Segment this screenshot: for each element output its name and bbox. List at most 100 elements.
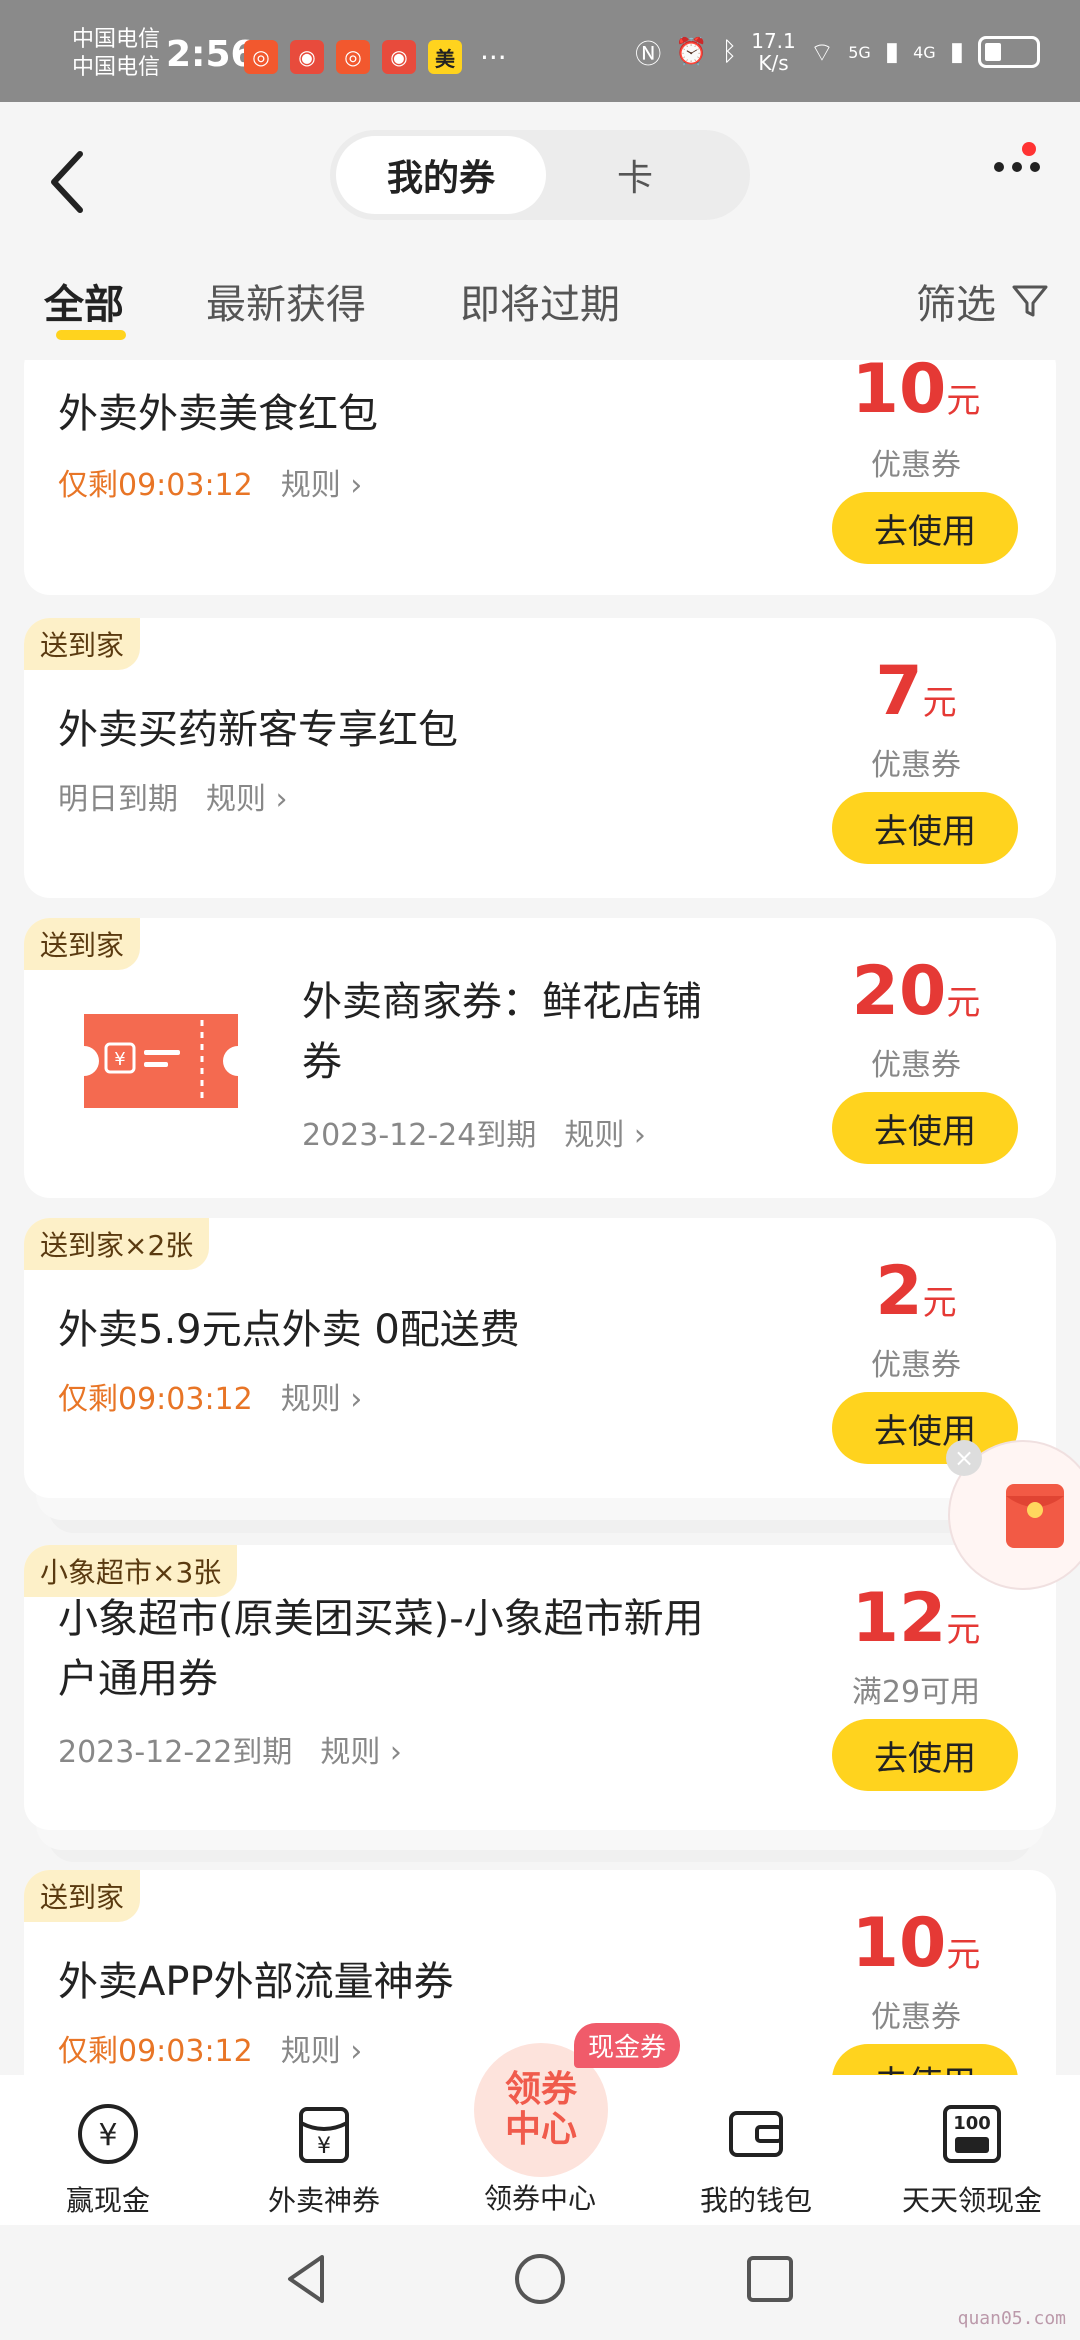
coupon-amount: 2元 — [816, 1252, 1016, 1331]
system-recents-icon[interactable] — [740, 2249, 800, 2309]
coupon-rules-link[interactable]: 规则 › — [281, 2026, 363, 2070]
amount-value: 2 — [875, 1252, 923, 1331]
coupon-card-segment: 我的券 卡 — [330, 130, 750, 220]
coupon-title: 外卖外卖美食红包 — [58, 391, 378, 437]
svg-text:100: 100 — [953, 2113, 991, 2134]
alarm-icon: ⏰ — [675, 37, 708, 67]
amount-unit: 元 — [946, 983, 981, 1023]
coupon-card[interactable]: 送到家 ¥ 外卖商家券：鲜花店铺 券 2023-12-24到期 规则 › 20元… — [24, 918, 1056, 1198]
coupon-rules-link[interactable]: 规则 › — [206, 774, 288, 818]
coupon-desc: 优惠券 — [871, 448, 961, 483]
use-coupon-button[interactable]: 去使用 — [832, 492, 1018, 564]
segment-cards[interactable]: 卡 — [560, 130, 710, 220]
svg-text:¥: ¥ — [317, 2134, 331, 2159]
coupon-bag-icon: ¥ — [299, 2107, 349, 2163]
amount-unit: 元 — [946, 1610, 981, 1650]
amount-unit: 元 — [922, 1283, 957, 1323]
amount-value: 12 — [851, 1579, 947, 1658]
amount-value: 7 — [875, 652, 923, 731]
network-speed: 17.1 K/s — [751, 30, 796, 74]
coupon-card[interactable]: 外卖外卖美食红包 仅剩09:03:12 规则 › 10元 优惠券 去使用 — [24, 360, 1056, 595]
more-options-icon[interactable] — [994, 162, 1040, 172]
coupon-amount: 7元 — [816, 652, 1016, 731]
coupon-card[interactable]: 小象超市×3张 小象超市(原美团买菜)-小象超市新用 户通用券 2023-12-… — [24, 1545, 1056, 1830]
segment-my-coupons[interactable]: 我的券 — [336, 136, 546, 214]
nav-label: 天天领现金 — [901, 2184, 1042, 2217]
nav-label-coupon-center[interactable]: 领券中心 — [440, 2177, 640, 2217]
cash-coupon-tag: 现金券 — [574, 2023, 681, 2068]
close-float-icon[interactable]: × — [946, 1440, 982, 1476]
bluetooth-icon: ᛒ — [721, 37, 738, 67]
filter-button[interactable]: 筛选 — [916, 272, 1050, 330]
coupon-expiry: 明日到期 — [58, 782, 178, 817]
net-speed-value: 17.1 — [751, 29, 796, 53]
coupon-rules-link[interactable]: 规则 › — [281, 1374, 363, 1418]
wallet-icon — [729, 2111, 783, 2157]
tab-latest[interactable]: 最新获得 — [206, 272, 366, 330]
nav-takeout-coupons[interactable]: ¥ 外卖神券 — [224, 2101, 424, 2219]
coupon-badge: 送到家 — [24, 618, 141, 670]
system-icons: Ⓝ ⏰ ᛒ 17.1 K/s ⌔ 5G ▮ 4G ▮ — [635, 30, 1040, 74]
filter-funnel-icon — [1012, 285, 1048, 317]
status-bar: 中国电信 中国电信 2:56 ◎ ◉ ◎ ◉ 美 ··· Ⓝ ⏰ ᛒ 17.1 … — [0, 0, 1080, 102]
coupon-badge: 送到家 — [24, 918, 141, 970]
coupon-title: 外卖买药新客专享红包 — [58, 707, 458, 753]
coupon-list[interactable]: 外卖外卖美食红包 仅剩09:03:12 规则 › 10元 优惠券 去使用 送到家… — [0, 360, 1080, 2075]
system-navigation-bar — [0, 2225, 1080, 2340]
coupon-badge: 送到家 — [24, 1870, 141, 1922]
coupon-expiry: 2023-12-24到期 — [302, 1118, 537, 1153]
coupon-desc: 优惠券 — [871, 1048, 961, 1083]
coupon-card[interactable]: 送到家 外卖买药新客专享红包 明日到期 规则 › 7元 优惠券 去使用 — [24, 618, 1056, 898]
rules-label: 规则 — [564, 1118, 625, 1153]
nav-daily-cash[interactable]: 100 天天领现金 — [872, 2101, 1072, 2219]
coupon-meta: 明日到期 规则 › — [58, 774, 288, 818]
use-coupon-button[interactable]: 去使用 — [832, 792, 1018, 864]
coupon-card[interactable]: 送到家×2张 外卖5.9元点外卖 0配送费 仅剩09:03:12 规则 › 2元… — [24, 1218, 1056, 1498]
coupon-amount: 12元 — [816, 1579, 1016, 1658]
coupon-rules-link[interactable]: 规则 › — [320, 1727, 402, 1771]
system-back-icon[interactable] — [278, 2249, 338, 2309]
amount-value: 10 — [851, 1904, 947, 1983]
carrier-labels: 中国电信 中国电信 — [72, 26, 160, 82]
coupon-amount: 20元 — [816, 952, 1016, 1031]
coupon-meta: 仅剩09:03:12 规则 › — [58, 2026, 362, 2070]
coupon-amount: 10元 — [816, 1904, 1016, 1983]
coupon-meta: 仅剩09:03:12 规则 › — [58, 460, 362, 504]
coupon-title: 外卖5.9元点外卖 0配送费 — [58, 1307, 520, 1353]
amount-unit: 元 — [946, 381, 981, 421]
coupon-badge: 送到家×2张 — [24, 1218, 210, 1270]
coupon-expiry: 仅剩09:03:12 — [58, 2034, 253, 2069]
coupon-expiry: 2023-12-22到期 — [58, 1735, 293, 1770]
amount-unit: 元 — [922, 683, 957, 723]
tab-all[interactable]: 全部 — [44, 272, 124, 330]
system-home-icon[interactable] — [510, 2249, 570, 2309]
back-arrow-icon[interactable] — [44, 142, 94, 222]
battery-icon — [978, 36, 1040, 68]
nav-label: 赢现金 — [65, 2184, 150, 2217]
use-coupon-button[interactable]: 去使用 — [832, 1719, 1018, 1791]
use-coupon-button[interactable]: 去使用 — [832, 2044, 1018, 2075]
coupon-rules-link[interactable]: 规则 › — [281, 460, 363, 504]
coupon-title-line2: 户通用券 — [58, 1656, 218, 1702]
amount-value: 20 — [851, 952, 947, 1031]
rules-label: 规则 — [280, 2034, 341, 2069]
nav-label: 外卖神券 — [267, 2184, 380, 2217]
carrier-1: 中国电信 — [72, 27, 161, 52]
coupon-rules-link[interactable]: 规则 › — [564, 1110, 646, 1154]
nav-win-cash[interactable]: ¥ 赢现金 — [8, 2101, 208, 2219]
coupon-desc: 优惠券 — [871, 2000, 961, 2035]
clock: 2:56 — [166, 34, 256, 75]
signal-bars-icon: ▮ — [949, 37, 964, 67]
use-coupon-button[interactable]: 去使用 — [832, 1092, 1018, 1164]
coupon-ticket-icon: ¥ — [84, 1014, 238, 1108]
yuan-coin-icon: ¥ — [78, 2104, 138, 2164]
signal-4g-label: 4G — [913, 42, 936, 62]
tab-expiring[interactable]: 即将过期 — [460, 272, 620, 330]
app-notification-icon: ◎ — [244, 40, 278, 74]
nav-my-wallet[interactable]: 我的钱包 — [656, 2101, 856, 2219]
nfc-icon: Ⓝ — [635, 39, 662, 70]
coupon-desc: 满29可用 — [851, 1675, 981, 1710]
rules-label: 规则 — [206, 782, 266, 817]
amount-unit: 元 — [946, 1935, 981, 1975]
red-envelope-icon — [1006, 1484, 1064, 1548]
